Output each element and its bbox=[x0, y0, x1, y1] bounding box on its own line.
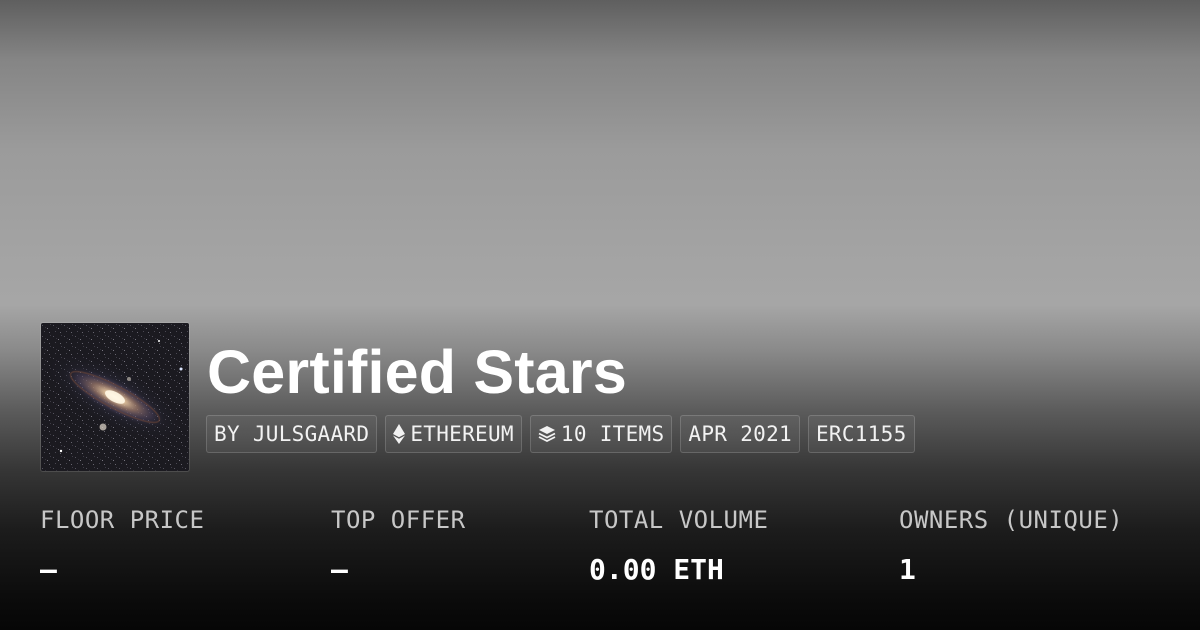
ethereum-icon bbox=[393, 424, 406, 444]
total-volume-label: TOTAL VOLUME bbox=[589, 506, 769, 534]
collection-thumbnail bbox=[40, 322, 190, 472]
top-offer-label: TOP OFFER bbox=[331, 506, 466, 534]
owners-label: OWNERS (UNIQUE) bbox=[899, 506, 1124, 534]
owners-value: 1 bbox=[899, 553, 916, 586]
floor-price-stat: FLOOR PRICE — bbox=[40, 500, 204, 590]
items-label: 10 ITEMS bbox=[560, 422, 665, 446]
floor-price-value: — bbox=[40, 553, 57, 586]
items-tag[interactable]: 10 ITEMS bbox=[529, 415, 673, 453]
creator-tag[interactable]: BY JULSGAARD bbox=[206, 415, 378, 453]
date-label: APR 2021 bbox=[688, 422, 792, 446]
date-tag: APR 2021 bbox=[680, 415, 800, 453]
layers-icon bbox=[538, 425, 556, 443]
collection-header: Certified Stars BY JULSGAARD ETHEREUM 10… bbox=[40, 322, 1160, 472]
collection-title: Certified Stars bbox=[207, 338, 627, 406]
chain-tag[interactable]: ETHEREUM bbox=[385, 415, 522, 453]
top-offer-value: — bbox=[331, 553, 348, 586]
creator-label: BY JULSGAARD bbox=[214, 422, 370, 446]
collection-stats: FLOOR PRICE — TOP OFFER — TOTAL VOLUME 0… bbox=[40, 500, 1180, 600]
standard-label: ERC1155 bbox=[815, 422, 907, 446]
standard-tag: ERC1155 bbox=[807, 415, 915, 453]
top-offer-stat: TOP OFFER — bbox=[331, 500, 466, 590]
collection-tags: BY JULSGAARD ETHEREUM 10 ITEMS APR 2021 … bbox=[206, 415, 915, 453]
total-volume-value: 0.00 ETH bbox=[589, 553, 724, 586]
floor-price-label: FLOOR PRICE bbox=[40, 506, 205, 534]
total-volume-stat: TOTAL VOLUME 0.00 ETH bbox=[589, 500, 768, 590]
chain-label: ETHEREUM bbox=[410, 422, 514, 446]
galaxy-image bbox=[41, 323, 189, 471]
owners-stat: OWNERS (UNIQUE) 1 bbox=[899, 500, 1123, 590]
